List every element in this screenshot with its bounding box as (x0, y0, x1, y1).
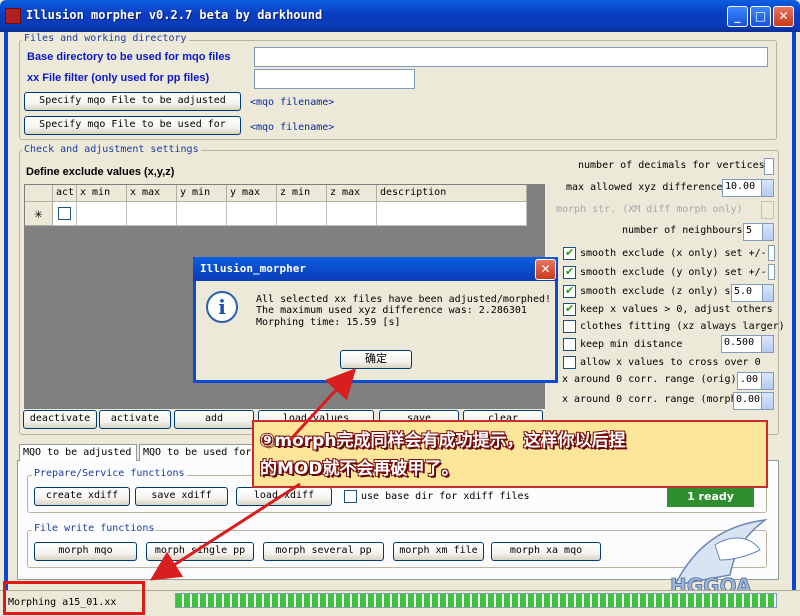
annotation-arrows (149, 368, 357, 581)
arrow-to-ok-button (288, 368, 357, 442)
arrow-to-status (149, 482, 301, 581)
